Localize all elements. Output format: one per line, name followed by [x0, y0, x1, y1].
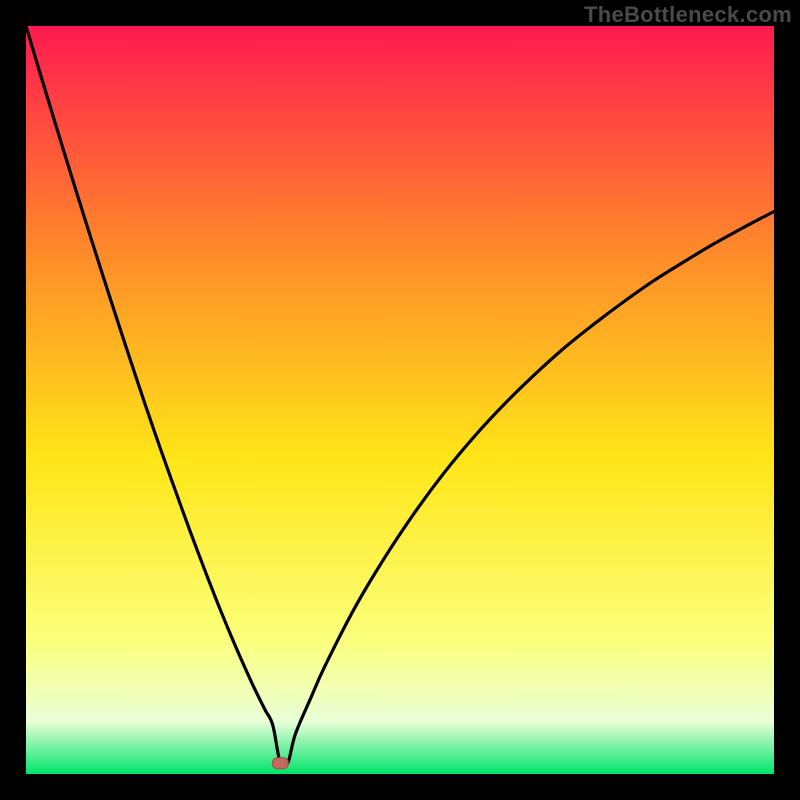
bottleneck-chart: [26, 26, 774, 774]
watermark-text: TheBottleneck.com: [584, 2, 792, 28]
plot-area: [26, 26, 774, 774]
chart-frame: TheBottleneck.com: [0, 0, 800, 800]
gradient-background: [26, 26, 774, 774]
minimum-marker: [272, 758, 288, 769]
